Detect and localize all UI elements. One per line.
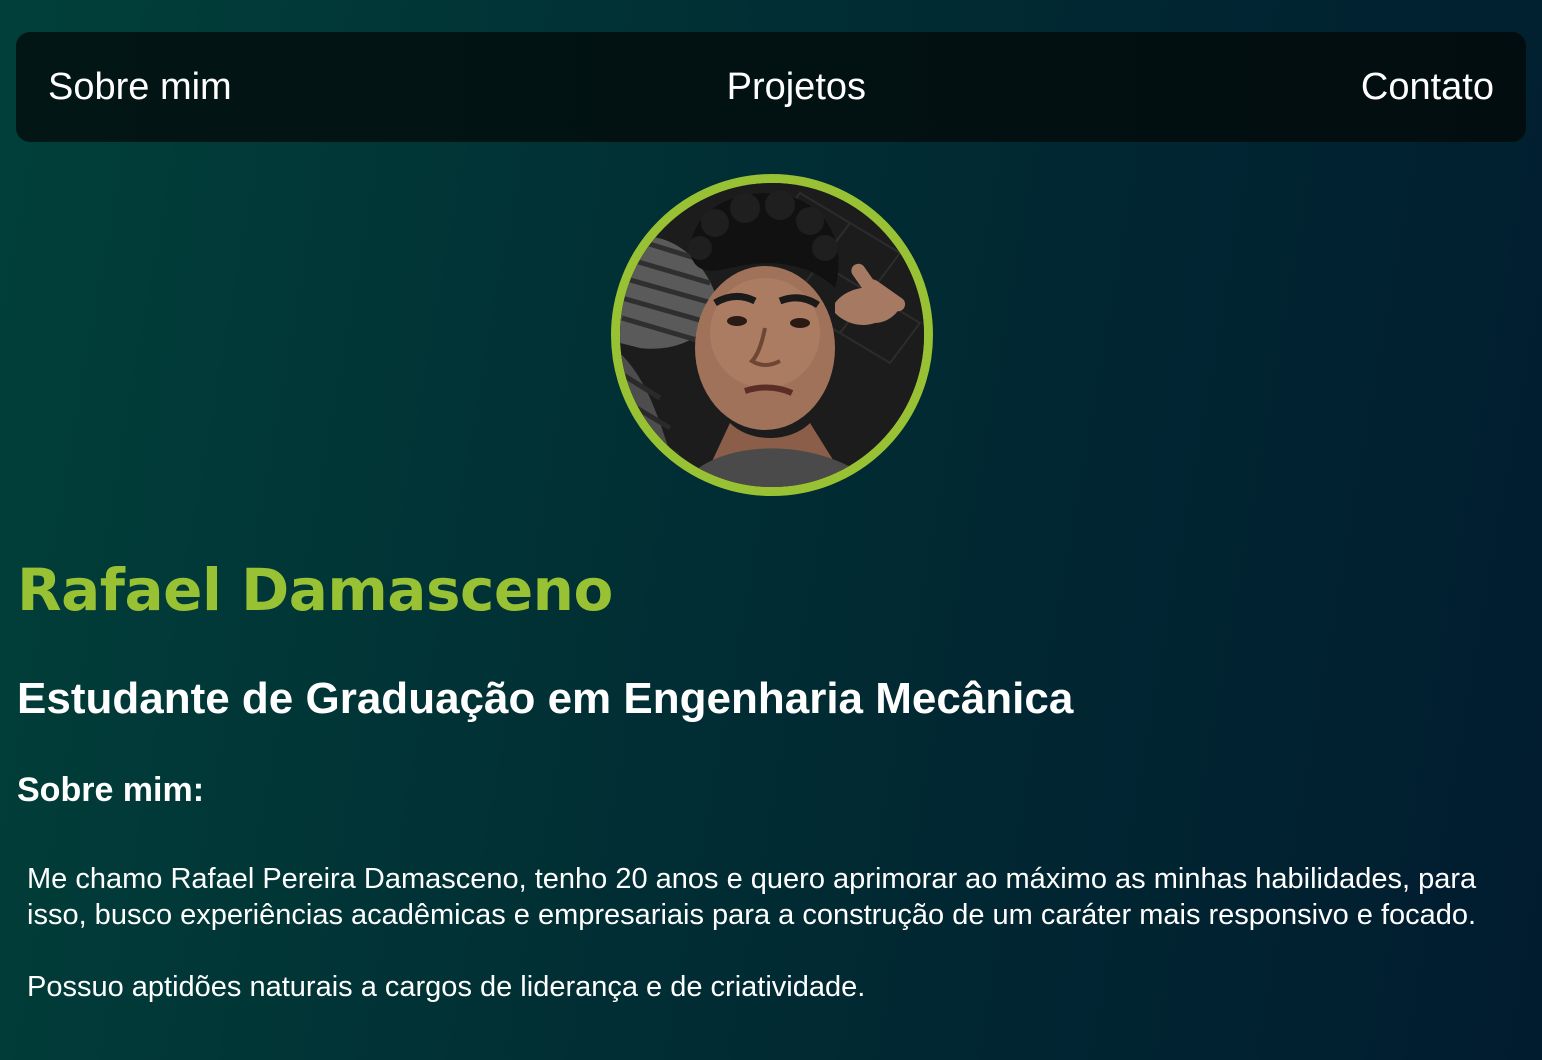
- avatar: [611, 174, 933, 496]
- nav-link-projetos[interactable]: Projetos: [727, 66, 866, 109]
- nav-link-contato[interactable]: Contato: [1361, 66, 1494, 109]
- profile-subtitle: Estudante de Graduação em Engenharia Mec…: [17, 674, 1074, 723]
- top-navbar: Sobre mim Projetos Contato: [16, 32, 1526, 142]
- profile-photo-icon: [620, 183, 924, 487]
- nav-link-sobre-mim[interactable]: Sobre mim: [48, 66, 232, 109]
- about-section-body: Me chamo Rafael Pereira Damasceno, tenho…: [27, 861, 1517, 1041]
- about-paragraph: Possuo aptidões naturais a cargos de lid…: [27, 971, 866, 1003]
- about-paragraph: Me chamo Rafael Pereira Damasceno, tenho…: [27, 863, 1477, 931]
- about-section-title: Sobre mim:: [17, 771, 205, 809]
- profile-name: Rafael Damasceno: [17, 556, 613, 624]
